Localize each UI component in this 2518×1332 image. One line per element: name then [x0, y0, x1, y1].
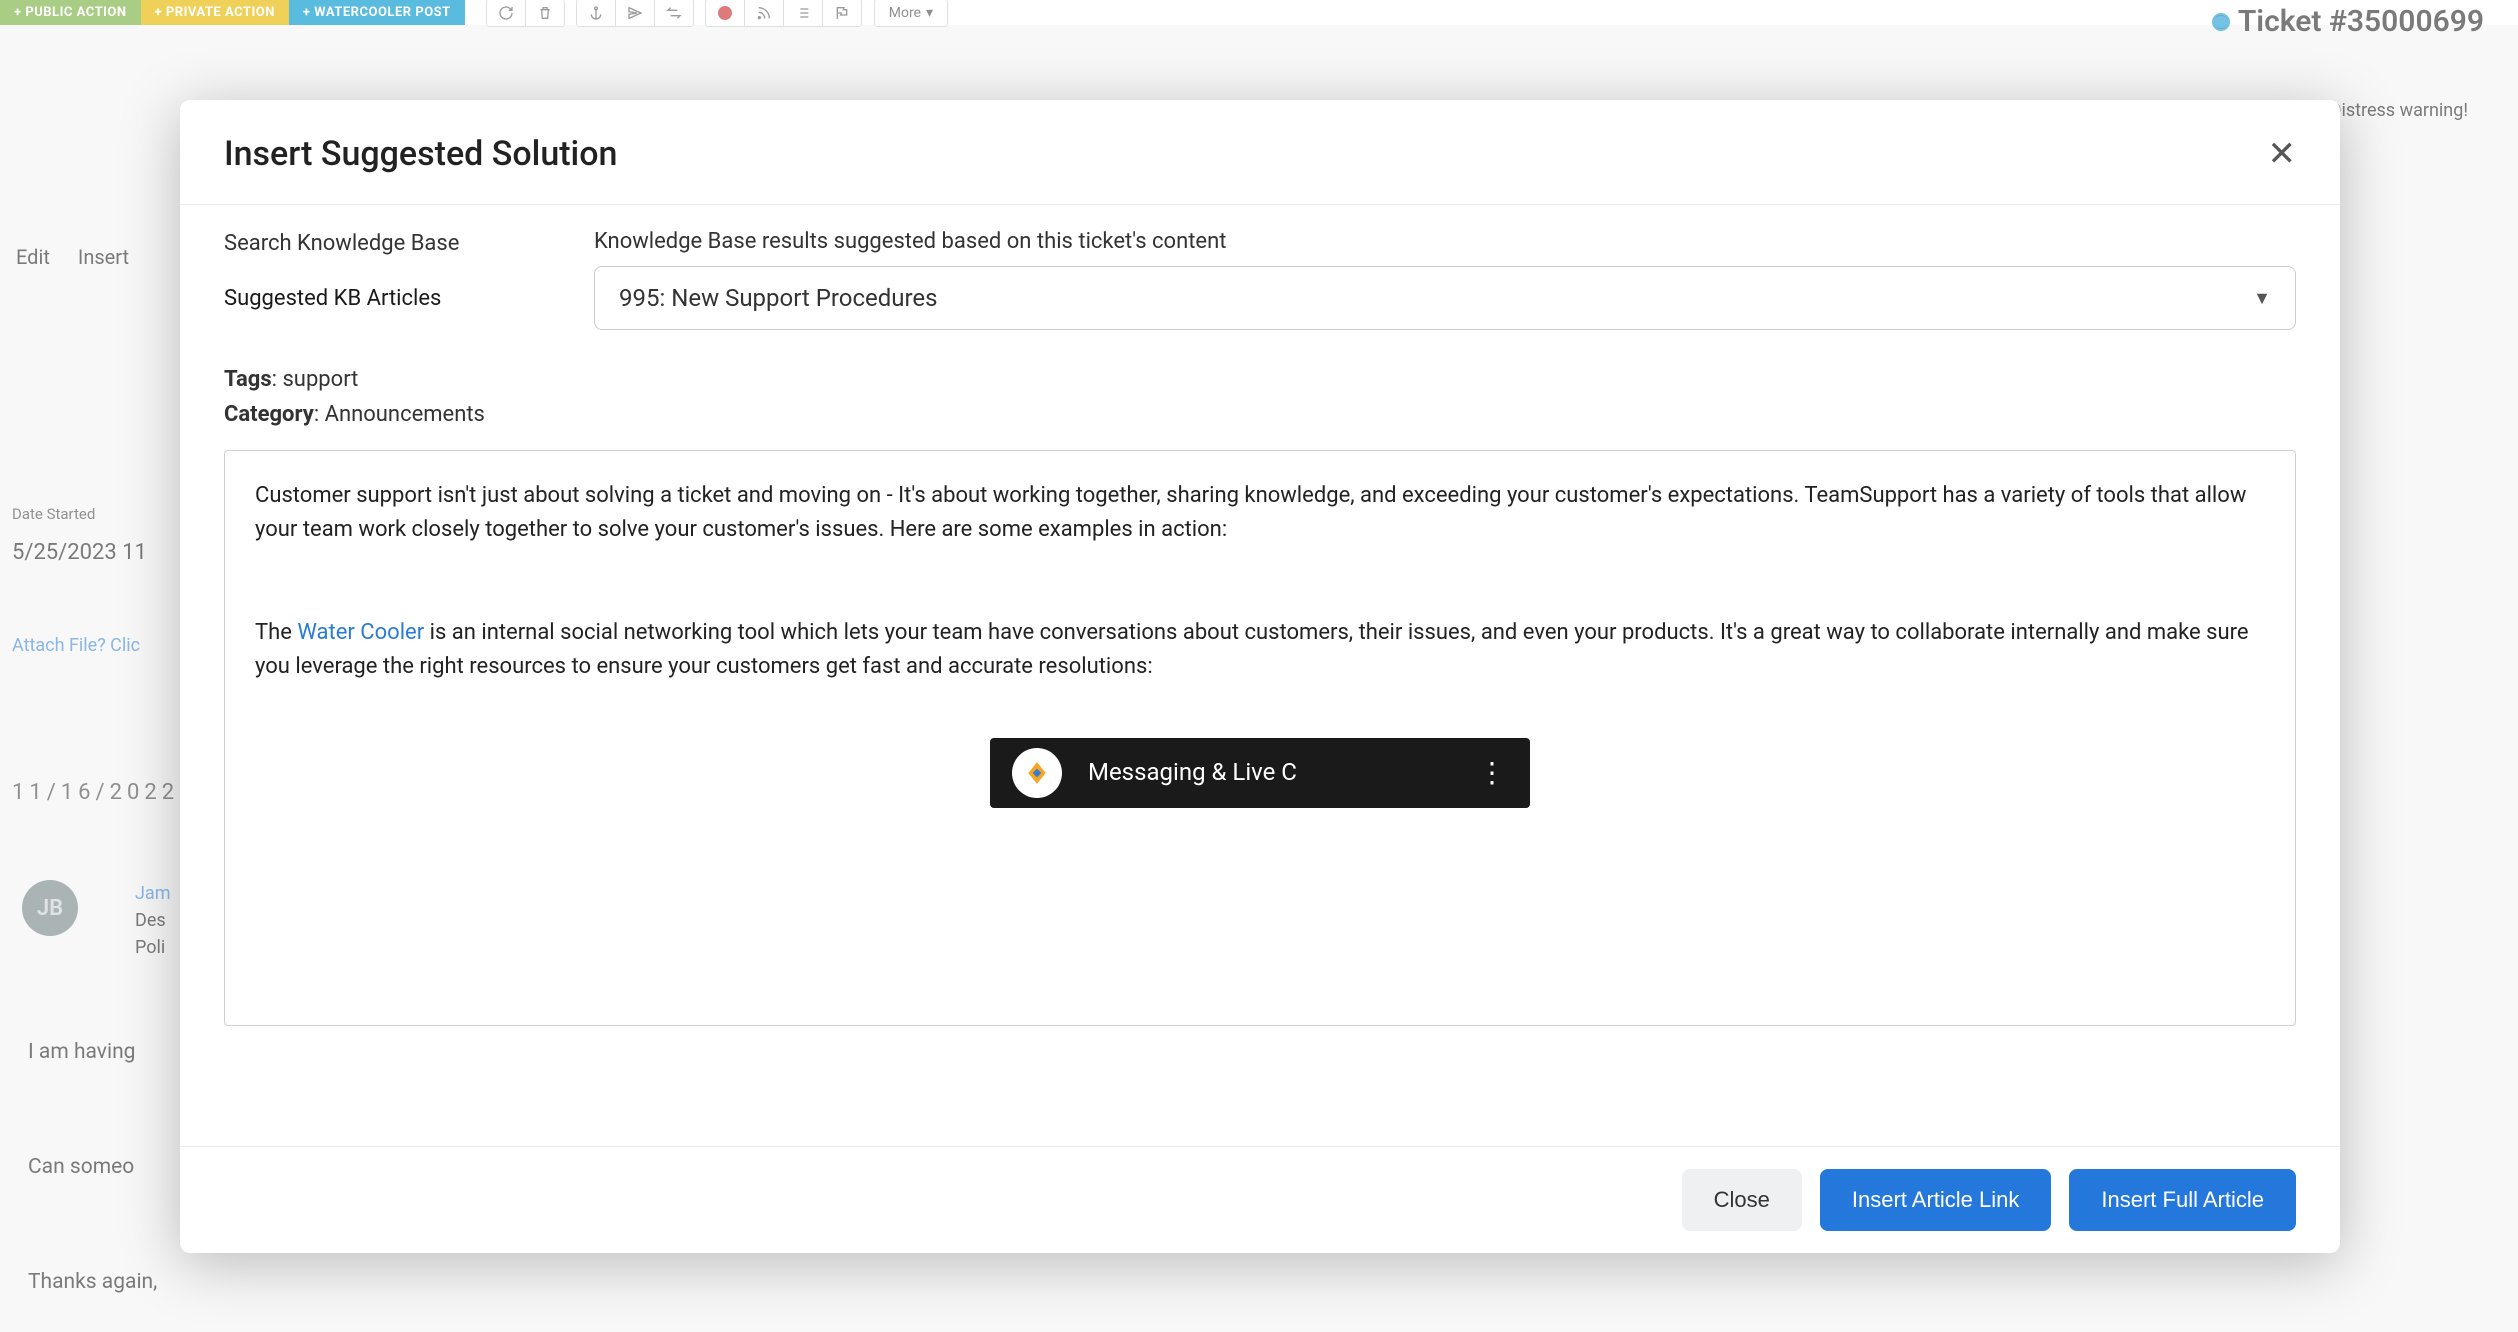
video-more-icon[interactable]: ⋮	[1478, 751, 1508, 794]
modal-title: Insert Suggested Solution	[224, 134, 617, 174]
water-cooler-link[interactable]: Water Cooler	[297, 620, 424, 645]
close-button[interactable]: Close	[1682, 1169, 1802, 1231]
kb-sidebar: Search Knowledge Base Suggested KB Artic…	[224, 229, 504, 311]
kb-article-select[interactable]: 995: New Support Procedures ▼	[594, 266, 2296, 330]
insert-article-link-button[interactable]: Insert Article Link	[1820, 1169, 2052, 1231]
insert-full-article-button[interactable]: Insert Full Article	[2069, 1169, 2296, 1231]
search-kb-link[interactable]: Search Knowledge Base	[224, 231, 504, 256]
video-logo-icon	[1012, 748, 1062, 798]
article-meta: Tags: support Category: Announcements	[224, 362, 2296, 432]
modal-footer: Close Insert Article Link Insert Full Ar…	[180, 1146, 2340, 1253]
insert-solution-modal: Insert Suggested Solution ✕ Search Knowl…	[180, 100, 2340, 1253]
close-icon[interactable]: ✕	[2268, 137, 2297, 171]
chevron-down-icon: ▼	[2253, 288, 2271, 309]
article-preview: Customer support isn't just about solvin…	[224, 450, 2296, 1026]
kb-results-label: Knowledge Base results suggested based o…	[594, 229, 2296, 254]
video-embed[interactable]: Messaging & Live C ⋮	[990, 738, 1530, 808]
suggested-articles-link[interactable]: Suggested KB Articles	[224, 286, 504, 311]
